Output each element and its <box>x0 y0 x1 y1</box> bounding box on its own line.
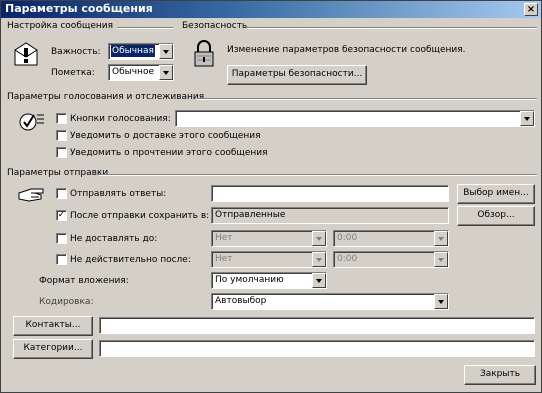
message-settings-legend: Настройка сообщения <box>7 21 114 31</box>
do-not-deliver-time-value: 0:00 <box>337 233 358 243</box>
do-not-deliver-date-dropdown[interactable]: Нет <box>211 230 327 247</box>
importance-value: Обычная <box>111 45 155 57</box>
security-settings-button[interactable]: Параметры безопасности... <box>227 65 367 85</box>
read-receipt-label: Уведомить о прочтении этого сообщения <box>70 148 268 158</box>
sensitivity-label: Пометка: <box>51 68 95 78</box>
message-options-dialog: Параметры сообщения × Настройка сообщени… <box>0 0 542 393</box>
encoding-value: Автовыбор <box>215 296 267 306</box>
do-not-deliver-checkbox[interactable] <box>56 233 67 244</box>
contacts-button[interactable]: Контакты... <box>13 316 93 336</box>
voting-legend: Параметры голосования и отслеживания <box>7 92 205 102</box>
chevron-down-icon[interactable] <box>159 44 173 59</box>
do-not-deliver-label: Не доставлять до: <box>70 234 158 244</box>
close-window-button[interactable]: × <box>524 3 538 16</box>
expires-date-value: Нет <box>215 254 233 264</box>
delivery-legend: Параметры отправки <box>7 168 109 178</box>
expires-time-dropdown[interactable]: 0:00 <box>333 251 449 268</box>
voting-buttons-dropdown[interactable] <box>175 110 535 127</box>
save-sent-checkbox[interactable]: ✓ <box>56 210 67 221</box>
replies-to-checkbox[interactable] <box>56 188 67 199</box>
security-legend: Безопасность <box>182 21 248 31</box>
attachment-format-label: Формат вложения: <box>39 276 129 286</box>
delivery-receipt-label: Уведомить о доставке этого сообщения <box>70 131 261 141</box>
encoding-label: Кодировка: <box>39 297 94 307</box>
chevron-down-icon[interactable] <box>312 252 326 267</box>
security-divider <box>247 27 537 29</box>
voting-buttons-checkbox[interactable] <box>56 113 67 124</box>
select-names-button[interactable]: Выбор имен... <box>457 184 535 204</box>
delivery-receipt-checkbox[interactable] <box>56 130 67 141</box>
window-title: Параметры сообщения <box>5 2 153 15</box>
do-not-deliver-time-dropdown[interactable]: 0:00 <box>333 230 449 247</box>
importance-dropdown[interactable]: Обычная <box>108 43 174 60</box>
expires-time-value: 0:00 <box>337 254 358 264</box>
close-button[interactable]: Закрыть <box>464 365 536 385</box>
sensitivity-dropdown[interactable]: Обычное <box>108 64 174 81</box>
attachment-format-dropdown[interactable]: По умолчанию <box>211 272 327 289</box>
contacts-field[interactable] <box>99 317 535 334</box>
voting-divider <box>197 98 537 100</box>
do-not-deliver-date-value: Нет <box>215 233 233 243</box>
title-bar: Параметры сообщения × <box>1 1 541 18</box>
browse-folder-button[interactable]: Обзор... <box>457 206 535 226</box>
lock-icon <box>194 40 214 67</box>
expires-date-dropdown[interactable]: Нет <box>211 251 327 268</box>
delivery-divider <box>99 174 537 176</box>
read-receipt-checkbox[interactable] <box>56 147 67 158</box>
message-settings-divider <box>117 27 173 29</box>
categories-button[interactable]: Категории... <box>13 339 93 359</box>
chevron-down-icon[interactable] <box>434 294 448 309</box>
chevron-down-icon[interactable] <box>520 111 534 126</box>
replies-to-label: Отправлять ответы: <box>70 189 167 199</box>
chevron-down-icon[interactable] <box>434 231 448 246</box>
send-hand-icon <box>18 188 44 202</box>
save-sent-folder-value: Отправленные <box>215 210 286 220</box>
attachment-format-value: По умолчанию <box>215 275 284 285</box>
sensitivity-value: Обычное <box>112 67 154 77</box>
importance-label: Важность: <box>51 47 101 57</box>
categories-field[interactable] <box>99 340 535 357</box>
save-sent-label: После отправки сохранить в: <box>70 211 210 221</box>
chevron-down-icon[interactable] <box>312 231 326 246</box>
security-description: Изменение параметров безопасности сообще… <box>227 45 466 55</box>
message-envelope-icon <box>14 42 38 66</box>
voting-buttons-label: Кнопки голосования: <box>70 114 171 124</box>
encoding-dropdown[interactable]: Автовыбор <box>211 293 449 310</box>
expires-checkbox[interactable] <box>56 254 67 265</box>
chevron-down-icon[interactable] <box>434 252 448 267</box>
save-sent-folder-field: Отправленные <box>211 207 449 224</box>
expires-label: Не действительно после: <box>70 255 191 265</box>
checkmark-icon: ✓ <box>57 210 66 220</box>
chevron-down-icon[interactable] <box>312 273 326 288</box>
chevron-down-icon[interactable] <box>159 65 173 80</box>
voting-check-icon <box>19 113 44 131</box>
replies-to-field[interactable] <box>211 185 449 202</box>
